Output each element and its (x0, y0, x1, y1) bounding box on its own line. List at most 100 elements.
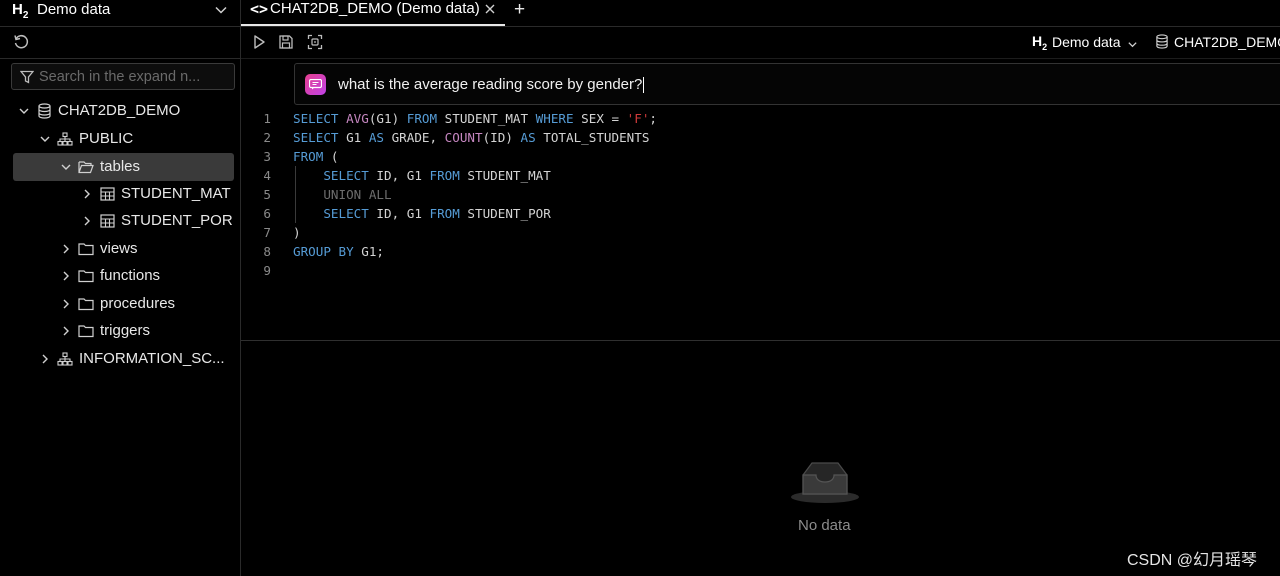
sidebar-toolbar (0, 27, 240, 59)
tree-item-information-schema[interactable]: INFORMATION_SC... (38, 345, 225, 372)
add-tab-button[interactable]: + (514, 0, 525, 21)
sql-keyword: SELECT (323, 206, 377, 221)
sql-token: STUDENT_MAT (467, 168, 551, 183)
sql-keyword: GROUP BY (293, 244, 362, 259)
line-number: 8 (263, 244, 271, 259)
editor-result-divider[interactable] (241, 340, 1280, 341)
chevron-down-icon[interactable] (214, 3, 228, 20)
sql-token: GRADE, (391, 130, 445, 145)
tree-item-label: tables (100, 158, 141, 175)
code-line: SELECT ID, G1 FROM STUDENT_MAT (293, 168, 551, 183)
sql-token: G1 (346, 130, 369, 145)
sql-token: ; (649, 111, 658, 126)
line-number: 4 (263, 168, 271, 183)
tree-item-chat2db-demo[interactable]: CHAT2DB_DEMO (17, 97, 180, 124)
sql-token: ID, G1 (376, 168, 430, 183)
datasource-dropdown[interactable]: Demo data (1052, 34, 1120, 50)
sql-token: (G1) (368, 111, 407, 126)
sql-function: AVG (346, 111, 369, 126)
datasource-selector[interactable]: H2 Demo data (0, 0, 240, 27)
tree-item-public[interactable]: PUBLIC (38, 125, 133, 152)
code-line: UNION ALL (293, 187, 392, 202)
line-number: 3 (263, 149, 271, 164)
database-dropdown[interactable]: CHAT2DB_DEMO (1174, 34, 1280, 50)
code-line: FROM ( (293, 149, 339, 164)
tree-item-label: procedures (100, 295, 176, 312)
tree-item-triggers[interactable]: triggers (59, 317, 150, 344)
code-icon: <> (250, 0, 269, 18)
h2-logo-icon: H2 (1032, 33, 1048, 52)
sql-token: ( (330, 149, 339, 164)
refresh-icon[interactable] (12, 33, 30, 54)
tree-item-tables[interactable]: tables (59, 153, 140, 180)
tree-item-student-mat[interactable]: STUDENT_MAT (80, 180, 231, 207)
sql-keyword: FROM (406, 111, 445, 126)
empty-state-text: No data (798, 517, 851, 534)
chevron-right-icon[interactable] (80, 187, 94, 201)
chevron-right-icon[interactable] (38, 352, 52, 366)
sql-keyword: SELECT (323, 168, 377, 183)
sql-editor[interactable]: 1 2 3 4 5 6 7 8 9 SELECT AVG(G1) FROM ST… (241, 108, 1280, 340)
chevron-down-icon[interactable] (38, 132, 52, 146)
line-number: 2 (263, 130, 271, 145)
watermark: CSDN @幻月瑶琴 (1127, 552, 1258, 569)
tree-item-label: triggers (100, 322, 151, 339)
line-number: 1 (263, 111, 271, 126)
text-caret (643, 77, 645, 94)
table-icon (99, 186, 115, 202)
chevron-down-icon[interactable] (17, 104, 31, 118)
tree-item-student-por[interactable]: STUDENT_POR (80, 207, 233, 234)
table-icon (99, 213, 115, 229)
tree-item-label: STUDENT_MAT (121, 185, 231, 202)
sql-token: G1; (361, 244, 384, 259)
chevron-right-icon[interactable] (59, 324, 73, 338)
chevron-right-icon[interactable] (59, 242, 73, 256)
sql-token: UNION ALL (323, 187, 392, 202)
code-line: ) (293, 225, 301, 240)
tab-bar: <> CHAT2DB_DEMO (Demo data) + (241, 0, 1280, 27)
code-line: SELECT AVG(G1) FROM STUDENT_MAT WHERE SE… (293, 111, 657, 126)
tree-item-label: STUDENT_POR (121, 212, 233, 229)
editor-toolbar: H2 Demo data CHAT2DB_DEMO (241, 27, 1280, 59)
format-icon[interactable] (307, 34, 323, 53)
tree-item-procedures[interactable]: procedures (59, 290, 175, 317)
sql-keyword: AS (368, 130, 392, 145)
line-number: 5 (263, 187, 271, 202)
save-icon[interactable] (278, 34, 294, 53)
tree-item-label: CHAT2DB_DEMO (58, 102, 181, 119)
sidebar: H2 Demo data Search in the expand n... C… (0, 0, 241, 576)
folder-icon (78, 296, 94, 312)
ai-prompt-input[interactable]: what is the average reading score by gen… (294, 63, 1280, 105)
schema-icon (57, 131, 73, 147)
chevron-down-icon[interactable] (1127, 37, 1138, 53)
sql-keyword: SELECT (293, 111, 347, 126)
chevron-right-icon[interactable] (59, 269, 73, 283)
h2-logo-icon: H2 (12, 1, 29, 21)
tree-item-label: functions (100, 267, 161, 284)
chevron-right-icon[interactable] (80, 214, 94, 228)
code-line: SELECT ID, G1 FROM STUDENT_POR (293, 206, 551, 221)
sql-string: 'F' (626, 111, 650, 126)
tree-item-label: views (100, 240, 138, 257)
line-number: 7 (263, 225, 271, 240)
tree-item-views[interactable]: views (59, 235, 138, 262)
tree-item-functions[interactable]: functions (59, 262, 160, 289)
sql-function: COUNT (444, 130, 483, 145)
sql-token: STUDENT_POR (467, 206, 551, 221)
tab-chat2db-demo[interactable]: <> CHAT2DB_DEMO (Demo data) (241, 0, 505, 26)
close-icon[interactable] (484, 2, 496, 18)
run-icon[interactable] (251, 34, 267, 53)
database-icon (1155, 34, 1169, 52)
search-input[interactable]: Search in the expand n... (11, 63, 235, 90)
sql-keyword: AS (520, 130, 544, 145)
sql-keyword: SELECT (293, 130, 347, 145)
sql-keyword: WHERE (535, 111, 582, 126)
database-icon (36, 102, 52, 119)
sql-keyword: FROM (429, 168, 468, 183)
chevron-down-icon[interactable] (59, 160, 73, 174)
line-number: 9 (263, 263, 271, 278)
chevron-right-icon[interactable] (59, 297, 73, 311)
